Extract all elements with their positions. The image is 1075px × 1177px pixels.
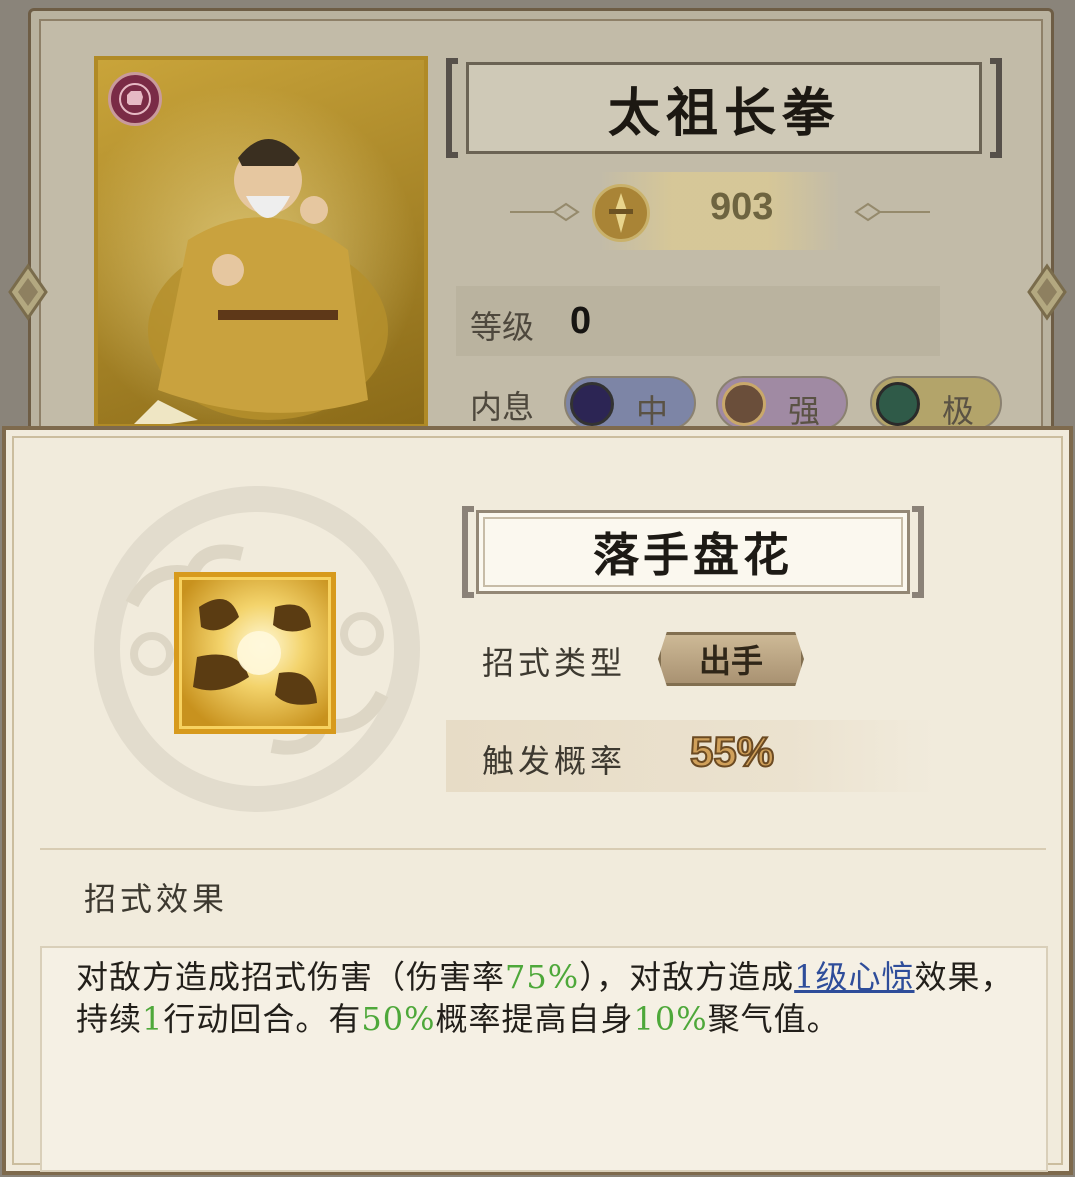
effect-section-title: 招式效果 xyxy=(84,880,229,918)
skill-type-label: 招式类型 xyxy=(482,644,627,682)
left-arrow-deco-icon[interactable] xyxy=(6,262,50,322)
level-label: 等级 xyxy=(470,308,535,346)
damage-rate-value: 75% xyxy=(505,958,580,996)
skill-type-badge: 出手 xyxy=(658,632,804,686)
neixi-option-medium[interactable]: 中 xyxy=(564,376,696,430)
trigger-probability-value: 55% xyxy=(689,727,775,776)
chance-value: 50% xyxy=(361,1000,436,1038)
skill-name-box: 落手盘花 xyxy=(476,510,910,594)
title-bracket-right xyxy=(990,58,1002,158)
skill-icon xyxy=(174,572,336,734)
hero-figure-illustration xyxy=(134,139,388,424)
status-effect-link[interactable]: 1级心惊 xyxy=(794,958,914,996)
skill-name: 落手盘花 xyxy=(593,528,793,582)
effect-text-segment: 概率提高自身 xyxy=(435,1000,634,1038)
jade-orb-icon xyxy=(876,382,920,426)
sword-power-icon xyxy=(592,184,650,242)
weapon-title-box: 太祖长拳 xyxy=(466,62,982,154)
title-bracket-left xyxy=(446,58,458,158)
fist-class-badge-icon xyxy=(108,72,162,126)
neixi-label: 内息 xyxy=(470,388,535,426)
skill-detail-dialog: 落手盘花 招式类型 出手 触发概率 55% 招式效果 对敌方造成招式伤害（伤害率… xyxy=(2,426,1073,1175)
effect-description-box: 对敌方造成招式伤害（伤害率75%），对敌方造成1级心惊效果，持续1行动回合。有5… xyxy=(40,946,1048,1172)
neixi-option-strong[interactable]: 强 xyxy=(716,376,848,430)
effect-text-segment: 聚气值。 xyxy=(707,1000,840,1038)
level-value: 0 xyxy=(570,300,592,342)
skill-name-bracket-left xyxy=(462,506,474,598)
section-divider xyxy=(40,848,1046,850)
duration-value: 1 xyxy=(142,1000,164,1038)
effect-text-segment: 对敌方造成招式伤害（伤害率 xyxy=(76,958,506,996)
moon-orb-icon xyxy=(570,382,614,426)
neixi-option-extreme[interactable]: 极 xyxy=(870,376,1002,430)
skill-name-bracket-right xyxy=(912,506,924,598)
power-value: 903 xyxy=(710,186,774,228)
effect-text-segment: ），对敌方造成 xyxy=(579,958,795,996)
weapon-title: 太祖长拳 xyxy=(607,82,840,144)
level-row: 等级 0 xyxy=(456,286,940,356)
right-arrow-deco-icon[interactable] xyxy=(1025,262,1069,322)
sun-orb-icon xyxy=(722,382,766,426)
right-ornament-icon xyxy=(854,202,930,222)
qi-bonus-value: 10% xyxy=(633,1000,708,1038)
skill-name-frame: 落手盘花 xyxy=(462,506,924,598)
hero-portrait-card xyxy=(94,56,428,428)
left-ornament-icon xyxy=(510,202,580,222)
trigger-probability-label: 触发概率 xyxy=(482,742,627,780)
weapon-title-frame: 太祖长拳 xyxy=(446,58,1002,158)
effect-description: 对敌方造成招式伤害（伤害率75%），对敌方造成1级心惊效果，持续1行动回合。有5… xyxy=(76,956,1026,1040)
effect-text-segment: 行动回合。有 xyxy=(163,1000,362,1038)
power-row: 903 xyxy=(510,172,930,252)
